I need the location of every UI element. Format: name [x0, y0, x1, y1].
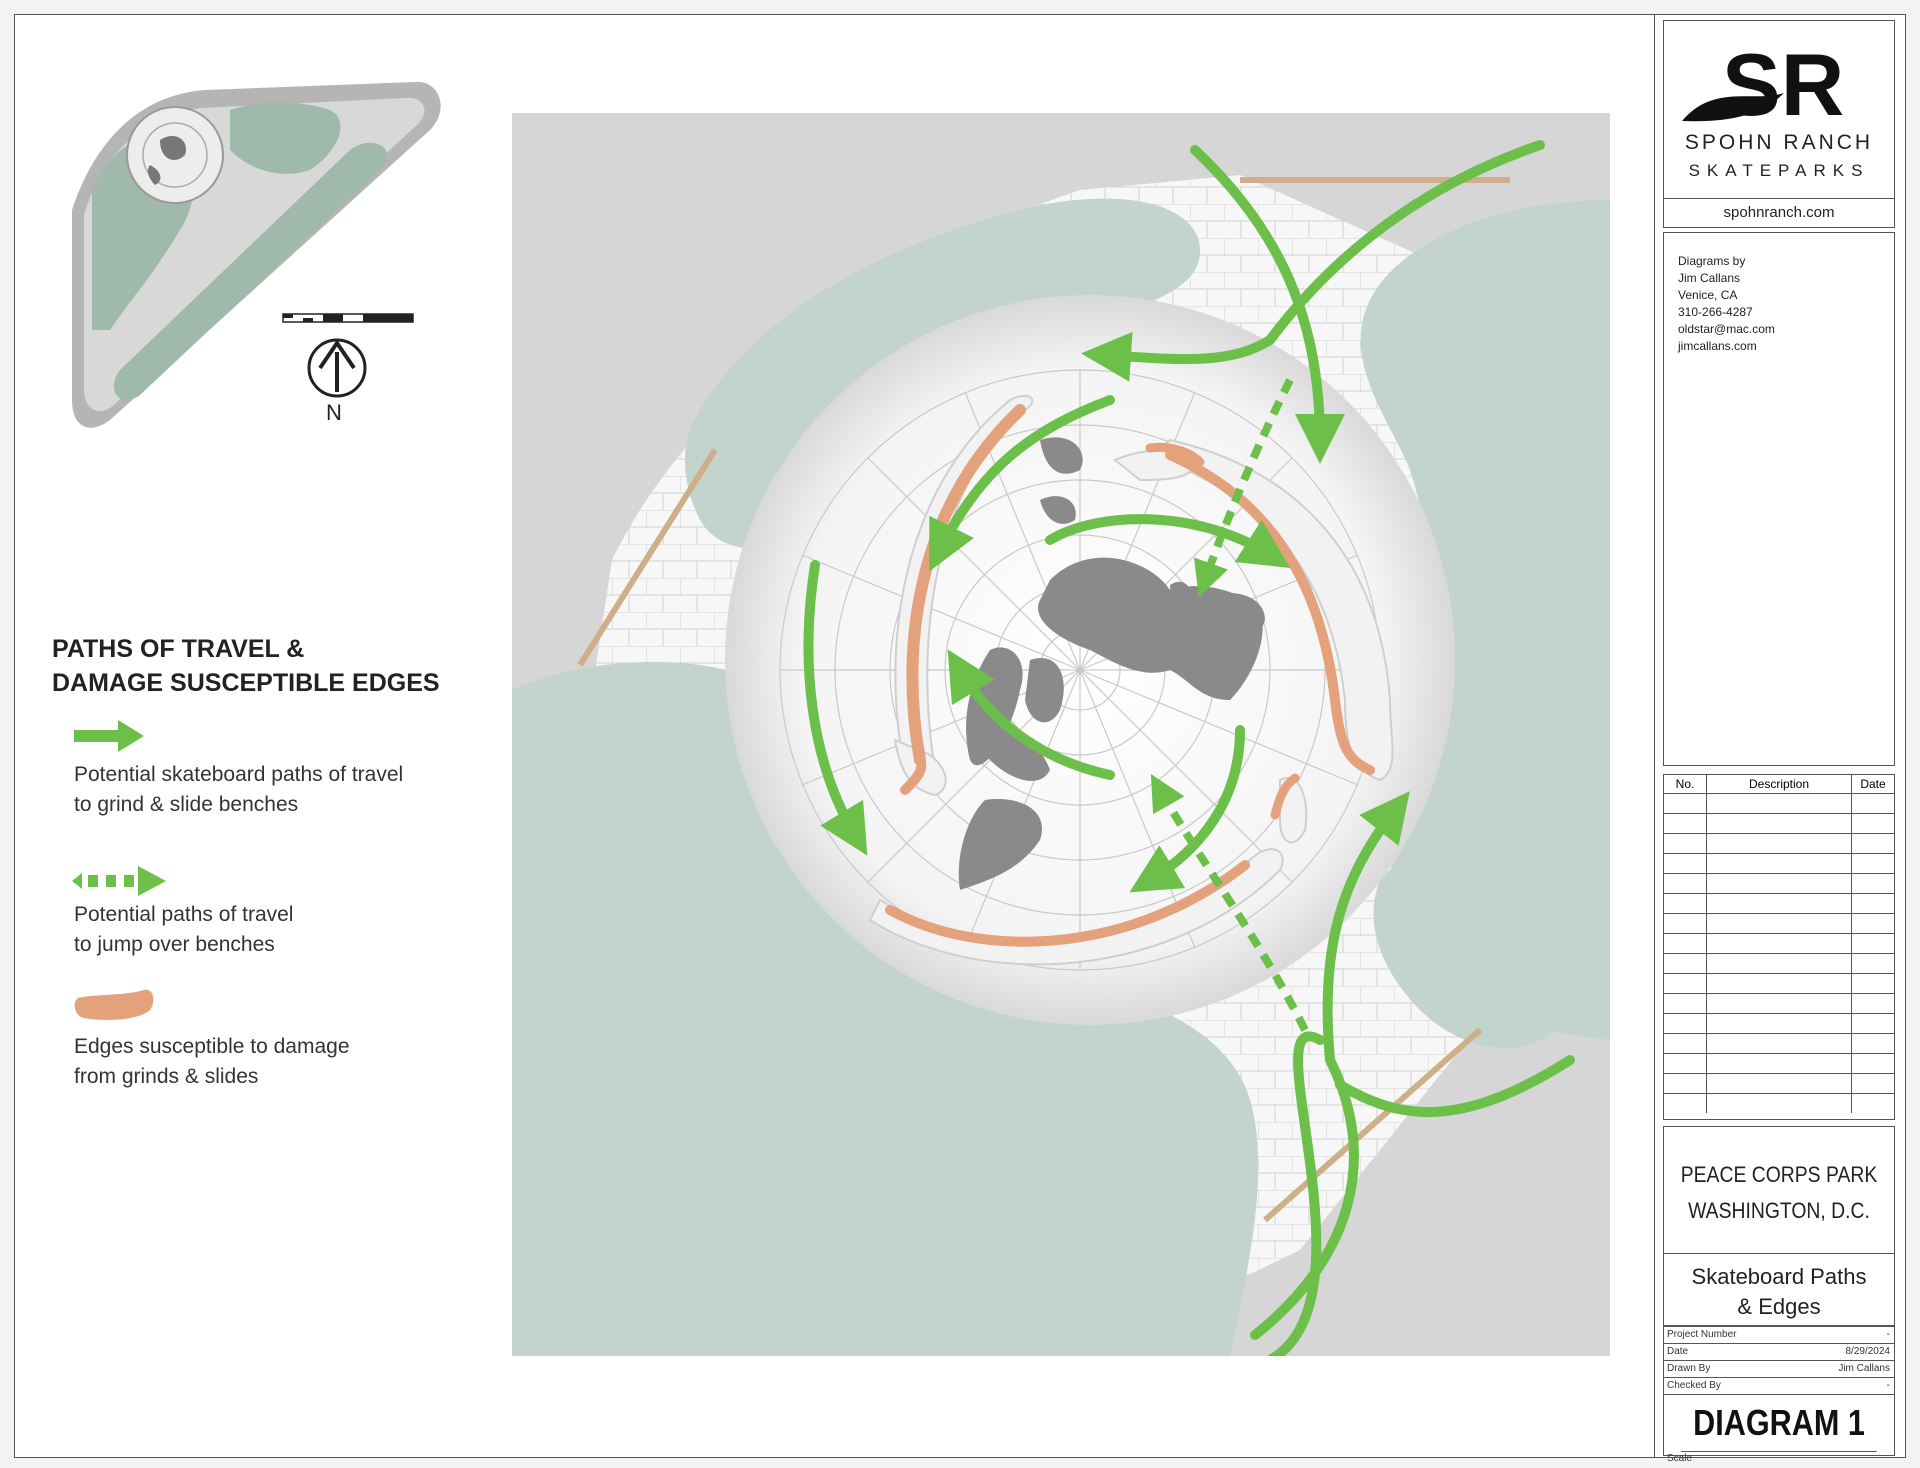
revision-col-no: No.: [1664, 775, 1707, 794]
revision-header-row: No. Description Date: [1664, 775, 1894, 794]
sheet-title-line2: & Edges: [1737, 1294, 1821, 1319]
meta-label: Project Number: [1667, 1329, 1737, 1340]
meta-label: Checked By: [1667, 1380, 1721, 1391]
revision-row: [1664, 913, 1894, 934]
revision-row: [1664, 793, 1894, 814]
meta-value: 8/29/2024: [1845, 1346, 1891, 1357]
legend-item-edges-line1: Edges susceptible to damage: [74, 1035, 350, 1058]
scale-label: Scale: [1667, 1453, 1693, 1464]
revision-row: [1664, 1013, 1894, 1034]
company-name-line1: SPOHN RANCH: [1684, 131, 1874, 154]
logo-letters: SR: [1722, 35, 1844, 133]
project-name-line2: WASHINGTON, D.C.: [1688, 1198, 1870, 1223]
revision-row: [1664, 933, 1894, 954]
meta-row-drawn-by: Drawn By Jim Callans: [1664, 1361, 1894, 1378]
company-website[interactable]: spohnranch.com: [1664, 198, 1894, 227]
revision-row: [1664, 1053, 1894, 1074]
diagram-number: DIAGRAM 1: [1681, 1395, 1877, 1452]
legend-title: PATHS OF TRAVEL & DAMAGE SUSCEPTIBLE EDG…: [52, 632, 440, 700]
legend-item-dashed-line1: Potential paths of travel: [74, 903, 294, 926]
meta-row-project-number: Project Number -: [1664, 1327, 1894, 1344]
legend-item-dashed-line2: to jump over benches: [74, 933, 275, 956]
legend-title-line2: DAMAGE SUSCEPTIBLE EDGES: [52, 669, 440, 697]
legend-item-solid-line2: to grind & slide benches: [74, 793, 299, 816]
spohn-ranch-logo-icon: SR: [1682, 35, 1844, 133]
scale-bar: [282, 313, 414, 323]
revision-row: [1664, 1093, 1894, 1113]
sheet-info-panel: Project Number - Date 8/29/2024 Drawn By Ji…: [1663, 1326, 1895, 1464]
site-plan-diagram: [72, 81, 1610, 1356]
north-label: N: [326, 400, 342, 425]
revision-row: [1664, 853, 1894, 874]
legend-item-solid: Potential skateboard paths of travel to …: [74, 760, 403, 820]
revision-col-date: Date: [1851, 775, 1894, 794]
sheet-title-line1: Skateboard Paths: [1691, 1264, 1867, 1289]
meta-label: Date: [1667, 1346, 1689, 1357]
revision-row: [1664, 953, 1894, 974]
revision-row: [1664, 973, 1894, 994]
legend-item-edges-line2: from grinds & slides: [74, 1065, 259, 1088]
logo-panel: SR SPOHN RANCH SKATEPARKS spohnranch.com: [1663, 20, 1895, 228]
meta-value: -: [1886, 1329, 1890, 1340]
credit-line: Jim Callans: [1678, 271, 1741, 285]
title-block: SR SPOHN RANCH SKATEPARKS spohnranch.com…: [1654, 14, 1906, 1464]
revision-row: [1664, 873, 1894, 894]
revision-col-description: Description: [1706, 775, 1852, 794]
sheet-title: Skateboard Paths & Edges: [1664, 1253, 1894, 1327]
credit-email[interactable]: oldstar@mac.com: [1678, 321, 1880, 338]
legend-item-solid-line1: Potential skateboard paths of travel: [74, 763, 404, 786]
revision-row: [1664, 893, 1894, 914]
revision-row: [1664, 993, 1894, 1014]
edge-swatch-icon: [74, 989, 154, 1020]
dashed-arrow-icon: [72, 866, 166, 896]
revision-row: [1664, 1073, 1894, 1094]
meta-label: Drawn By: [1667, 1363, 1711, 1374]
credit-website[interactable]: jimcallans.com: [1678, 338, 1880, 355]
solid-arrow-icon: [74, 720, 144, 752]
revision-row: [1664, 1033, 1894, 1054]
north-arrow-icon: [307, 338, 367, 398]
meta-value: -: [1886, 1380, 1890, 1391]
meta-row-checked-by: Checked By -: [1664, 1378, 1894, 1395]
company-name-line2: SKATEPARKS: [1688, 161, 1870, 180]
credit-line: Diagrams by: [1678, 254, 1746, 268]
project-name-line1: PEACE CORPS PARK: [1680, 1162, 1878, 1187]
legend-title-line1: PATHS OF TRAVEL &: [52, 635, 305, 663]
legend-item-edges: Edges susceptible to damage from grinds …: [74, 1032, 350, 1092]
meta-value: Jim Callans: [1838, 1363, 1890, 1374]
project-name: PEACE CORPS PARK WASHINGTON, D.C.: [1678, 1157, 1880, 1229]
key-map: [72, 81, 441, 428]
credit-line: 310-266-4287: [1678, 305, 1753, 319]
credits-panel: Diagrams by Jim Callans Venice, CA 310-2…: [1663, 232, 1895, 766]
revision-row: [1664, 813, 1894, 834]
project-panel: PEACE CORPS PARK WASHINGTON, D.C. Skateb…: [1663, 1126, 1895, 1326]
credit-line: Venice, CA: [1678, 288, 1738, 302]
revision-row: [1664, 833, 1894, 854]
legend-item-dashed: Potential paths of travel to jump over b…: [74, 900, 293, 960]
revision-table: No. Description Date: [1663, 774, 1895, 1120]
meta-row-date: Date 8/29/2024: [1664, 1344, 1894, 1361]
